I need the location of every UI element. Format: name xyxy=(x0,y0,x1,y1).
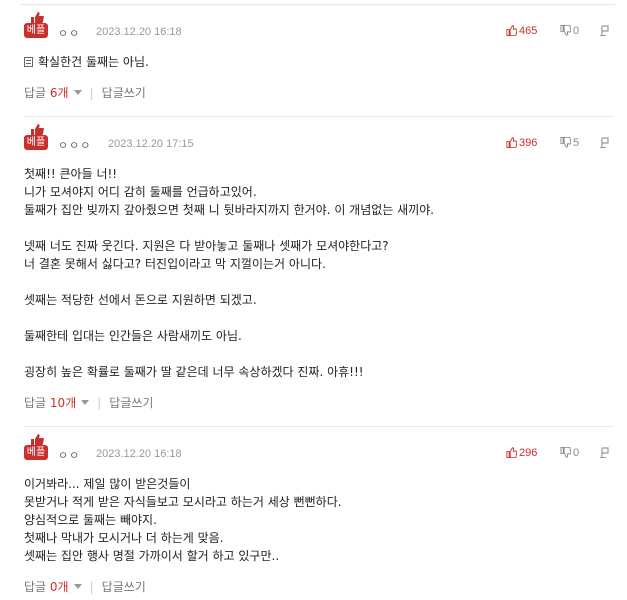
comment-footer: 답글 6개 | 답글쓰기 xyxy=(24,84,146,101)
comment-body: 이거봐라... 제일 많이 받은것들이 못받거나 적게 받은 자식들보고 모시라… xyxy=(24,477,342,563)
comment-date: 2023.12.20 16:18 xyxy=(96,448,182,460)
comment-header: 베플 ㅇㅇ 2023.12.20 16:18 296 0 xyxy=(24,434,614,463)
best-badge: 베플 xyxy=(24,23,48,38)
dislike-button[interactable]: 0 xyxy=(560,446,580,459)
thumbs-up-icon xyxy=(506,447,518,459)
report-icon xyxy=(600,137,609,148)
like-button[interactable]: 296 xyxy=(506,447,537,459)
comment-divider xyxy=(24,426,614,427)
reply-count: 10개 xyxy=(49,396,77,410)
comment-body: 첫째!! 큰아들 너!! 니가 모셔야지 어디 감히 둘째를 언급하고있어. 둘… xyxy=(24,167,435,379)
report-icon xyxy=(600,447,609,458)
like-count: 296 xyxy=(519,447,538,459)
reply-count: 0개 xyxy=(49,580,69,594)
best-badge-icon: 베플 xyxy=(24,12,48,40)
like-button[interactable]: 465 xyxy=(506,25,537,37)
best-badge-icon: 베플 xyxy=(24,434,48,462)
thumbs-down-icon xyxy=(560,24,572,36)
comment-footer: 답글 10개 | 답글쓰기 xyxy=(24,394,153,411)
username[interactable]: ㅇㅇ xyxy=(58,25,80,41)
reply-toggle[interactable]: 답글 10개 xyxy=(24,396,90,410)
dislike-count: 0 xyxy=(573,447,580,459)
reply-count: 6개 xyxy=(49,86,69,100)
comment-text: 확실한건 둘째는 아님. xyxy=(38,55,149,69)
report-icon xyxy=(600,25,609,36)
dislike-button[interactable]: 5 xyxy=(560,136,580,149)
badge-thumb-icon xyxy=(31,124,44,135)
chevron-down-icon xyxy=(73,90,82,95)
comment-header: 베플 ㅇㅇㅇ 2023.12.20 17:15 396 5 xyxy=(24,124,614,153)
comment-body: 확실한건 둘째는 아님. xyxy=(24,53,614,71)
comment-date: 2023.12.20 16:18 xyxy=(96,26,182,38)
username[interactable]: ㅇㅇㅇ xyxy=(58,137,91,153)
like-count: 396 xyxy=(519,137,538,149)
thumbs-up-icon xyxy=(506,137,518,149)
best-badge: 베플 xyxy=(24,135,48,150)
badge-thumb-icon xyxy=(31,12,44,23)
best-badge-icon: 베플 xyxy=(24,124,48,152)
comment-date: 2023.12.20 17:15 xyxy=(108,138,194,150)
report-button[interactable] xyxy=(600,447,612,459)
reply-label: 답글 xyxy=(24,86,47,100)
chevron-down-icon xyxy=(73,584,82,589)
comment-divider xyxy=(24,116,614,117)
comment-header: 베플 ㅇㅇ 2023.12.20 16:18 465 0 xyxy=(24,12,614,41)
dislike-count: 5 xyxy=(573,137,580,149)
write-reply-link[interactable]: 답글쓰기 xyxy=(102,580,146,594)
thumbs-down-icon xyxy=(560,136,572,148)
dislike-count: 0 xyxy=(573,25,580,37)
comment-item: 베플 ㅇㅇㅇ 2023.12.20 17:15 396 5 첫째!! 큰아들 너… xyxy=(24,124,614,410)
badge-thumb-icon xyxy=(31,434,44,445)
top-divider xyxy=(20,4,615,5)
footer-divider: | xyxy=(89,86,94,100)
comment-item: 베플 ㅇㅇ 2023.12.20 16:18 465 0 확실한건 둘째는 아님… xyxy=(24,12,614,100)
report-button[interactable] xyxy=(600,25,612,37)
write-reply-link[interactable]: 답글쓰기 xyxy=(102,86,146,100)
username[interactable]: ㅇㅇ xyxy=(58,447,80,463)
reply-toggle[interactable]: 답글 0개 xyxy=(24,580,82,594)
dislike-button[interactable]: 0 xyxy=(560,24,580,37)
footer-divider: | xyxy=(89,580,94,594)
reply-label: 답글 xyxy=(24,396,47,410)
comment-footer: 답글 0개 | 답글쓰기 xyxy=(24,578,146,595)
report-button[interactable] xyxy=(600,137,612,149)
thumbs-up-icon xyxy=(506,25,518,37)
best-badge: 베플 xyxy=(24,445,48,460)
like-button[interactable]: 396 xyxy=(506,137,537,149)
reply-toggle[interactable]: 답글 6개 xyxy=(24,86,82,100)
comment-item: 베플 ㅇㅇ 2023.12.20 16:18 296 0 이거봐라... 제일 … xyxy=(24,434,614,594)
footer-divider: | xyxy=(97,396,102,410)
write-reply-link[interactable]: 답글쓰기 xyxy=(109,396,153,410)
chevron-down-icon xyxy=(81,400,90,405)
document-icon xyxy=(24,57,33,67)
like-count: 465 xyxy=(519,25,538,37)
thumbs-down-icon xyxy=(560,446,572,458)
reply-label: 답글 xyxy=(24,580,47,594)
